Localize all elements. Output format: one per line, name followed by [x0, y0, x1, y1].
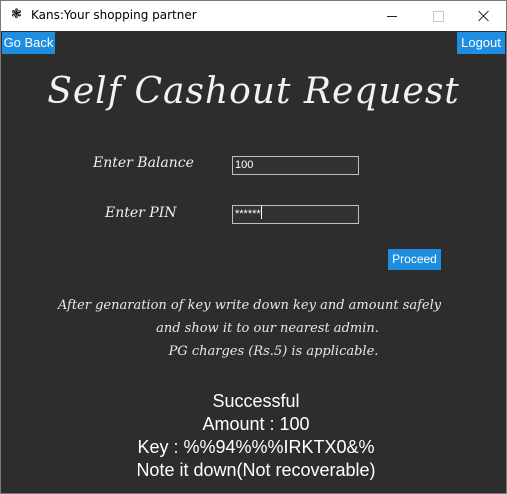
logout-button[interactable]: Logout	[457, 32, 505, 54]
balance-input-value: 100	[235, 159, 254, 171]
maximize-icon	[433, 11, 444, 22]
title-bar[interactable]: ❃ Kans:Your shopping partner	[1, 1, 506, 31]
proceed-button[interactable]: Proceed	[388, 249, 441, 270]
notice-line: After genaration of key write down key a…	[57, 298, 442, 313]
pin-input[interactable]: ******	[232, 205, 359, 224]
page-title: Self Cashout Request	[47, 71, 460, 112]
result-status: Successful	[212, 391, 300, 411]
minimize-button[interactable]	[369, 1, 415, 31]
close-icon	[478, 10, 490, 22]
window-title: Kans:Your shopping partner	[31, 8, 197, 22]
pin-label: Enter PIN	[105, 205, 177, 221]
result-key: Key : %%94%%%IRKTX0&%	[137, 437, 375, 457]
close-button[interactable]	[461, 1, 506, 31]
app-window: ❃ Kans:Your shopping partner Go Back Log…	[0, 0, 507, 494]
notice-line: PG charges (Rs.5) is applicable.	[168, 344, 379, 359]
maximize-button	[415, 1, 461, 31]
result-note: Note it down(Not recoverable)	[136, 460, 376, 480]
pin-input-value: ******	[235, 208, 261, 220]
text-caret	[260, 206, 262, 219]
result-amount: Amount : 100	[202, 414, 310, 434]
balance-input[interactable]: 100	[232, 156, 359, 175]
app-logo-icon: ❃	[11, 7, 22, 22]
balance-label: Enter Balance	[93, 155, 194, 171]
main-panel: Go Back Logout Self Cashout Request Ente…	[1, 31, 506, 493]
notice-line: and show it to our nearest admin.	[156, 321, 379, 336]
minimize-icon	[387, 16, 397, 17]
go-back-button[interactable]: Go Back	[2, 32, 55, 54]
